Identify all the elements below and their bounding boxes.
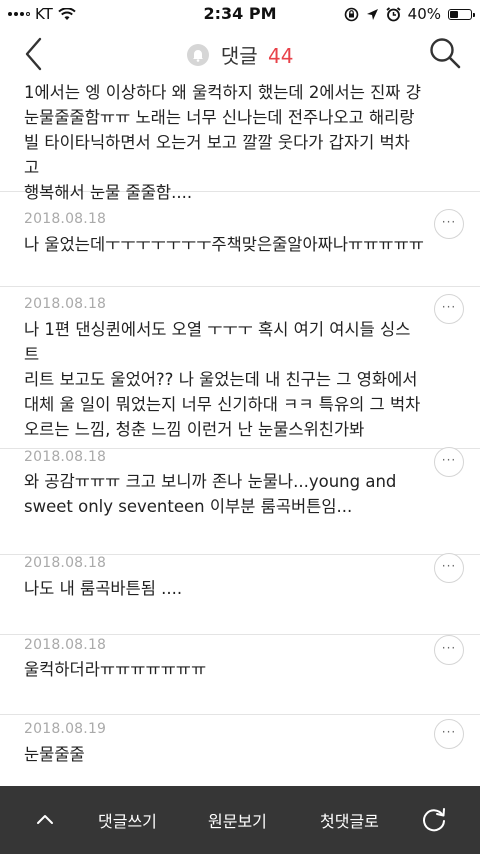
refresh-icon[interactable] bbox=[420, 806, 448, 834]
comment-date: 2018.08.18 bbox=[24, 296, 107, 312]
location-icon bbox=[366, 8, 378, 20]
comment-line: 나 1편 댄싱퀸에서도 오열 ㅜㅜㅜ 혹시 여기 여시들 싱스트 bbox=[24, 320, 411, 364]
bell-icon[interactable] bbox=[186, 44, 209, 66]
comment-count: 44 bbox=[268, 44, 294, 68]
comment-line: 눈물줄줄함ㅠㅠ 노래는 너무 신나는데 전주나오고 해리랑 bbox=[24, 108, 415, 127]
more-options-button[interactable]: ··· bbox=[434, 635, 464, 665]
view-original-button[interactable]: 원문보기 bbox=[208, 808, 267, 832]
comment-line: 눈물줄줄 bbox=[24, 745, 85, 764]
more-options-button[interactable]: ··· bbox=[434, 294, 464, 324]
comment-item: ··· 1에서는 엥 이상하다 왜 울컥하지 했는데 2에서는 진짜 걍 눈물줄… bbox=[0, 80, 480, 202]
comment-text: 1에서는 엥 이상하다 왜 울컥하지 했는데 2에서는 진짜 걍 눈물줄줄함ㅠㅠ… bbox=[24, 80, 424, 205]
battery-percent: 40% bbox=[407, 5, 441, 23]
more-options-button[interactable]: ··· bbox=[434, 209, 464, 239]
page-title: 댓글 44 bbox=[0, 40, 480, 69]
comment-date: 2018.08.18 bbox=[24, 211, 107, 227]
more-options-button[interactable]: ··· bbox=[434, 447, 464, 477]
comment-line: 리트 보고도 울었어?? 나 울었는데 내 친구는 그 영화에서 bbox=[24, 370, 418, 389]
comment-line: sweet only seventeen 이부분 룸곡버튼임... bbox=[24, 497, 353, 516]
comment-text: 나 울었는데ㅜㅜㅜㅜㅜㅜㅜ주책맞은줄알아짜나ㅠㅠㅠㅠㅠ bbox=[24, 232, 424, 257]
comment-list[interactable]: ··· 1에서는 엥 이상하다 왜 울컥하지 했는데 2에서는 진짜 걍 눈물줄… bbox=[0, 80, 480, 786]
comment-item: 2018.08.18 ··· 나 울었는데ㅜㅜㅜㅜㅜㅜㅜ주책맞은줄알아짜나ㅠㅠㅠ… bbox=[0, 192, 480, 287]
comment-text: 울컥하더라ㅠㅠㅠㅠㅠㅠㅠ bbox=[24, 657, 424, 682]
scroll-up-chevron-icon[interactable] bbox=[32, 808, 58, 830]
comment-date: 2018.08.18 bbox=[24, 449, 107, 465]
more-options-button[interactable]: ··· bbox=[434, 553, 464, 583]
comment-item: 2018.08.18 ··· 와 공감ㅠㅠㅠ 크고 보니까 존나 눈물나...y… bbox=[0, 447, 480, 555]
comment-text: 나 1편 댄싱퀸에서도 오열 ㅜㅜㅜ 혹시 여기 여시들 싱스트 리트 보고도 … bbox=[24, 317, 424, 442]
first-comment-button[interactable]: 첫댓글로 bbox=[320, 808, 379, 832]
rotation-lock-icon bbox=[344, 7, 358, 21]
comment-line: 와 공감ㅠㅠㅠ 크고 보니까 존나 눈물나...young and bbox=[24, 472, 397, 491]
comment-date: 2018.08.18 bbox=[24, 555, 107, 571]
battery-icon bbox=[448, 8, 475, 20]
comment-item: 2018.08.18 ··· 울컥하더라ㅠㅠㅠㅠㅠㅠㅠ bbox=[0, 635, 480, 715]
status-bar: KT 2:34 PM 40% bbox=[0, 0, 480, 28]
comment-line: 빌 타이타닉하면서 오는거 보고 깔깔 웃다가 갑자기 벅차고 bbox=[24, 133, 410, 177]
more-options-button[interactable]: ··· bbox=[434, 719, 464, 749]
search-icon[interactable] bbox=[428, 36, 462, 70]
write-comment-button[interactable]: 댓글쓰기 bbox=[98, 808, 157, 832]
comment-item: 2018.08.18 ··· 나 1편 댄싱퀸에서도 오열 ㅜㅜㅜ 혹시 여기 … bbox=[0, 287, 480, 449]
comment-date: 2018.08.18 bbox=[24, 637, 107, 653]
comment-line: 대체 울 일이 뭐었는지 너무 신기하대 ㅋㅋ 특유의 그 벅차 bbox=[24, 395, 421, 414]
status-right: 40% bbox=[344, 5, 475, 23]
alarm-icon bbox=[386, 6, 401, 21]
bottom-toolbar: 댓글쓰기 원문보기 첫댓글로 bbox=[0, 786, 480, 854]
comment-text: 나도 내 룸곡바튼됨 .... bbox=[24, 576, 424, 601]
battery-level bbox=[450, 10, 458, 18]
nav-bar: 댓글 44 bbox=[0, 28, 480, 80]
comment-text: 와 공감ㅠㅠㅠ 크고 보니까 존나 눈물나...young and sweet … bbox=[24, 469, 424, 519]
comment-item: 2018.08.19 ··· 눈물줄줄 bbox=[0, 715, 480, 786]
title-label: 댓글 bbox=[220, 44, 258, 68]
comment-line: 나도 내 룸곡바튼됨 .... bbox=[24, 579, 183, 598]
comment-line: 1에서는 엥 이상하다 왜 울컥하지 했는데 2에서는 진짜 걍 bbox=[24, 83, 421, 102]
comment-item: 2018.08.18 ··· 나도 내 룸곡바튼됨 .... bbox=[0, 553, 480, 635]
comment-date: 2018.08.19 bbox=[24, 721, 107, 737]
comment-line: 나 울었는데ㅜㅜㅜㅜㅜㅜㅜ주책맞은줄알아짜나ㅠㅠㅠㅠㅠ bbox=[24, 235, 424, 254]
comment-line: 울컥하더라ㅠㅠㅠㅠㅠㅠㅠ bbox=[24, 660, 207, 679]
comment-text: 눈물줄줄 bbox=[24, 742, 424, 767]
comment-line: 오르는 느낌, 청춘 느낌 이런거 난 눈물스위친가봐 bbox=[24, 420, 365, 439]
